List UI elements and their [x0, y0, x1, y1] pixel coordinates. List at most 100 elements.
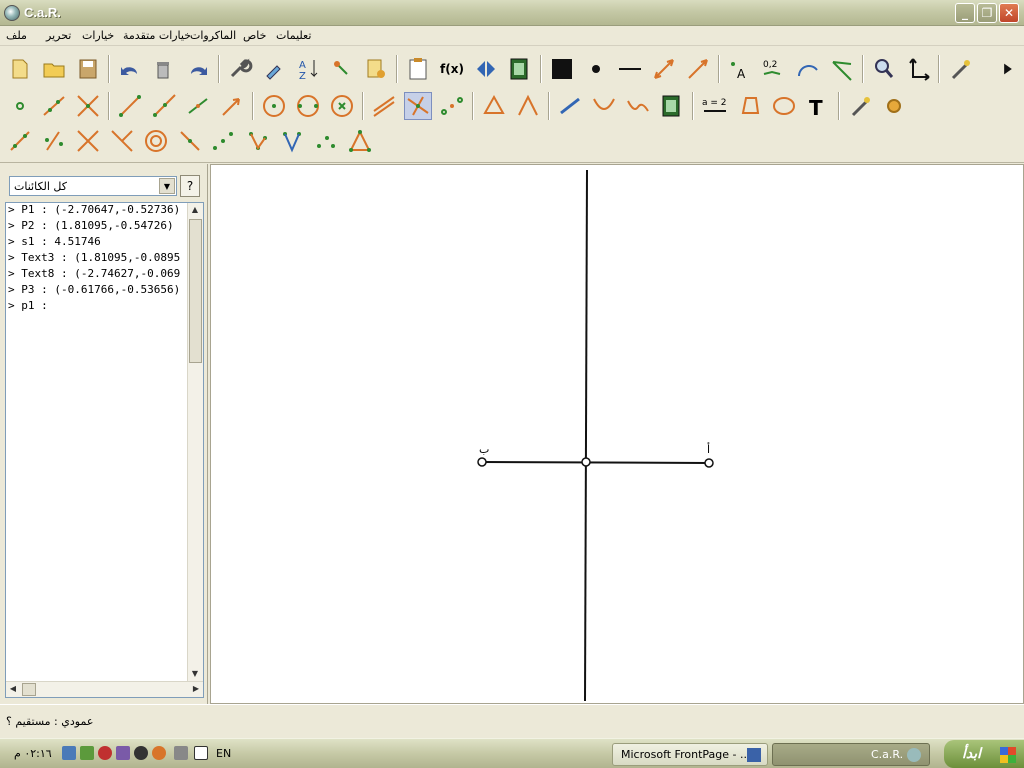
quadrilateral-icon[interactable] — [736, 92, 764, 120]
undo-icon[interactable] — [116, 55, 144, 83]
sort-az-icon[interactable]: AZ — [294, 55, 322, 83]
close-button[interactable]: ✕ — [999, 3, 1019, 23]
macro-tool-7-icon[interactable] — [210, 127, 238, 155]
list-item[interactable]: > s1 : 4.51746 — [8, 235, 189, 251]
function-graph-icon[interactable] — [624, 92, 652, 120]
vector-tool-icon[interactable] — [218, 92, 246, 120]
segment-s1[interactable] — [481, 461, 710, 464]
midpoint-tool-icon[interactable] — [438, 92, 466, 120]
locus-tool-icon[interactable] — [590, 92, 618, 120]
clipboard-icon[interactable] — [404, 55, 432, 83]
scroll-down-icon[interactable]: ▼ — [188, 667, 202, 681]
function-icon[interactable]: f(x) — [438, 55, 466, 83]
fixed-circle-icon[interactable] — [328, 92, 356, 120]
point-tool-icon[interactable] — [6, 92, 34, 120]
minimize-button[interactable]: _ — [955, 3, 975, 23]
tray-clock[interactable]: ٠٢:١٦ م — [14, 747, 52, 760]
construction-canvas[interactable]: ب أ — [210, 164, 1024, 704]
run-macro-icon[interactable] — [846, 92, 874, 120]
macro-tool-10-icon[interactable] — [312, 127, 340, 155]
arc-icon[interactable] — [794, 55, 822, 83]
menu-options[interactable]: خيارات — [82, 29, 114, 42]
point-label-icon[interactable]: A — [726, 55, 754, 83]
scroll-up-icon[interactable]: ▲ — [188, 203, 202, 217]
settings-doc-icon[interactable] — [362, 55, 390, 83]
zoom-icon[interactable] — [870, 55, 898, 83]
wrench-icon[interactable] — [226, 55, 254, 83]
maximize-button[interactable]: ❐ — [977, 3, 997, 23]
network-icon[interactable] — [62, 746, 76, 760]
taskbar-button-car[interactable]: C.a.R. — [772, 743, 930, 766]
fixed-segment-icon[interactable] — [184, 92, 212, 120]
macro-tool-5-icon[interactable] — [142, 127, 170, 155]
point-p1[interactable] — [477, 457, 487, 467]
move-tool-icon[interactable] — [556, 92, 584, 120]
trace-icon[interactable] — [328, 55, 356, 83]
list-item[interactable]: > P3 : (-0.61766,-0.53656) — [8, 283, 189, 299]
circle-tool-icon[interactable] — [260, 92, 288, 120]
line-tool-icon[interactable] — [40, 92, 68, 120]
antivirus-icon[interactable] — [98, 746, 112, 760]
list-item[interactable]: > p1 : — [8, 299, 189, 315]
circle-three-points-icon[interactable] — [294, 92, 322, 120]
horizontal-scrollbar[interactable]: ◀ ▶ — [6, 681, 203, 697]
ray-tool-icon[interactable] — [150, 92, 178, 120]
vertical-scrollbar[interactable]: ▲ ▼ — [187, 203, 203, 681]
media-icon[interactable] — [152, 746, 166, 760]
scroll-left-icon[interactable]: ◀ — [6, 682, 20, 696]
perpendicular-line[interactable] — [584, 169, 588, 702]
triangle-macro-icon[interactable] — [346, 127, 374, 155]
globe-icon[interactable] — [134, 746, 148, 760]
toolbar-more-arrow-icon[interactable] — [998, 55, 1018, 83]
chevron-down-icon[interactable]: ▼ — [159, 178, 175, 194]
point-p2[interactable] — [704, 458, 714, 468]
language-indicator[interactable]: EN — [216, 747, 231, 760]
delete-icon[interactable] — [150, 55, 178, 83]
segment-tool-icon[interactable] — [116, 92, 144, 120]
new-file-icon[interactable] — [6, 55, 34, 83]
menu-help[interactable]: تعليمات — [276, 29, 311, 42]
line-style-icon[interactable] — [616, 55, 644, 83]
volume-icon[interactable] — [80, 746, 94, 760]
vertical-scroll-thumb[interactable] — [189, 219, 202, 363]
object-list[interactable]: > P1 : (-2.70647,-0.52736) > P2 : (1.810… — [5, 202, 204, 698]
list-item[interactable]: > P1 : (-2.70647,-0.52736) — [8, 203, 189, 219]
color-picker-icon[interactable] — [260, 55, 288, 83]
animation-tool-icon[interactable] — [658, 92, 686, 120]
macro-tool-4-icon[interactable] — [108, 127, 136, 155]
menu-special[interactable]: خاص — [243, 29, 266, 42]
perpendicular-tool-icon[interactable] — [404, 92, 432, 120]
point-p3[interactable] — [581, 457, 591, 467]
conic-tool-icon[interactable] — [770, 92, 798, 120]
animation-film-icon[interactable] — [506, 55, 534, 83]
filled-square-icon[interactable] — [548, 55, 576, 83]
angle-tool-icon[interactable] — [514, 92, 542, 120]
axes-icon[interactable] — [904, 55, 932, 83]
macro-tool-9-icon[interactable] — [278, 127, 306, 155]
arrow-icon[interactable] — [684, 55, 712, 83]
menu-advanced-options[interactable]: خيارات متقدمة — [123, 29, 191, 42]
list-item[interactable]: > Text3 : (1.81095,-0.0895 — [8, 251, 189, 267]
horizontal-scroll-thumb[interactable] — [22, 683, 36, 696]
macro-tool-8-icon[interactable] — [244, 127, 272, 155]
menu-edit[interactable]: تحرير — [46, 29, 71, 42]
macro-tool-1-icon[interactable] — [6, 127, 34, 155]
object-filter-select[interactable]: كل الكائنات ▼ — [9, 176, 177, 196]
macro-tool-3-icon[interactable] — [74, 127, 102, 155]
parallel-tool-icon[interactable] — [370, 92, 398, 120]
angle-icon[interactable] — [828, 55, 856, 83]
intersection-tool-icon[interactable] — [74, 92, 102, 120]
point-style-icon[interactable] — [582, 55, 610, 83]
taskbar-button-frontpage[interactable]: Microsoft FrontPage - ... — [612, 743, 768, 766]
expression-tool-icon[interactable]: a = 2 — [700, 92, 730, 120]
macro-tool-6-icon[interactable] — [176, 127, 204, 155]
list-item[interactable]: > P2 : (1.81095,-0.54726) — [8, 219, 189, 235]
title-bar[interactable]: C.a.R. _ ❐ ✕ — [0, 0, 1024, 26]
polygon-tool-icon[interactable] — [480, 92, 508, 120]
double-arrow-icon[interactable] — [650, 55, 678, 83]
reflect-icon[interactable] — [472, 55, 500, 83]
macro-wand-icon[interactable] — [946, 55, 974, 83]
security-shield-icon[interactable] — [116, 746, 130, 760]
open-file-icon[interactable] — [40, 55, 68, 83]
help-button[interactable]: ? — [180, 175, 200, 197]
